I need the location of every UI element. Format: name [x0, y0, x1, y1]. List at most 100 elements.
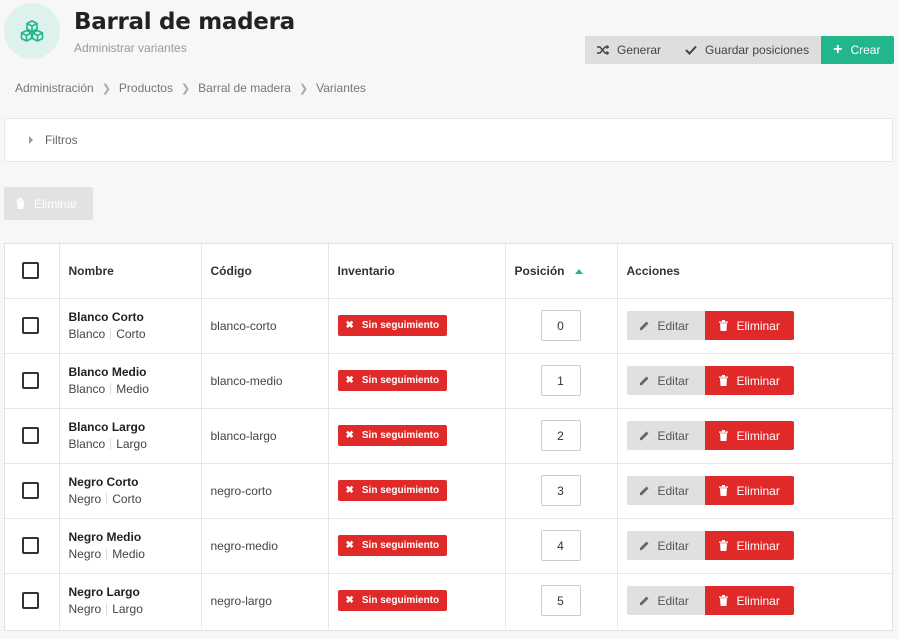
inventory-status-label: Sin seguimiento [361, 540, 440, 551]
plus-icon: + [833, 41, 843, 58]
row-actions: Editar Eliminar [626, 586, 895, 616]
save-positions-button-label: Guardar posiciones [705, 43, 810, 57]
variant-option-1: Blanco [68, 327, 106, 341]
column-header-posicion[interactable]: Posición [505, 244, 618, 299]
row-checkbox[interactable] [22, 427, 39, 444]
actions-cell: Editar Eliminar [617, 408, 894, 464]
position-input[interactable] [540, 310, 581, 341]
delete-button[interactable]: Eliminar [704, 476, 794, 505]
actions-cell: Editar Eliminar [617, 573, 894, 628]
row-checkbox[interactable] [22, 592, 39, 610]
variant-options: Blanco Corto [69, 327, 201, 341]
row-select-cell [5, 463, 60, 519]
variant-code: negro-medio [210, 539, 278, 553]
inventory-status-badge: ✖ Sin seguimiento [337, 535, 448, 556]
delete-button[interactable]: Eliminar [704, 421, 794, 450]
breadcrumb-item-product[interactable]: Barral de madera [198, 81, 291, 95]
edit-button-label: Editar [657, 318, 689, 333]
variant-code: negro-largo [210, 594, 272, 609]
variant-option-1: Negro [68, 602, 102, 617]
actions-cell: Editar Eliminar [617, 518, 894, 574]
row-actions: Editar Eliminar [626, 476, 895, 505]
position-input[interactable] [540, 585, 581, 617]
variant-option-1: Negro [68, 492, 102, 506]
trash-icon [718, 485, 728, 496]
trash-icon [718, 430, 728, 441]
variant-options: Blanco Largo [69, 437, 201, 451]
edit-button-label: Editar [657, 483, 689, 498]
create-button-label: Crear [850, 43, 881, 57]
bulk-delete-button[interactable]: Eliminar [4, 187, 93, 220]
position-input[interactable] [540, 475, 581, 506]
row-select-cell [5, 298, 60, 354]
divider [110, 438, 112, 450]
edit-button[interactable]: Editar [626, 311, 705, 340]
generate-button-label: Generar [617, 43, 662, 57]
row-actions: Editar Eliminar [626, 366, 895, 395]
delete-button-label: Eliminar [736, 593, 780, 608]
trash-icon [718, 595, 728, 607]
edit-button[interactable]: Editar [626, 586, 705, 616]
pencil-icon [639, 431, 648, 441]
row-checkbox[interactable] [22, 372, 39, 389]
divider [106, 603, 108, 616]
delete-button-label: Eliminar [736, 318, 780, 333]
inventory-cell: ✖ Sin seguimiento [328, 298, 506, 354]
table-row: Negro Corto Negro Corto negro-corto ✖ Si… [5, 463, 895, 519]
edit-button[interactable]: Editar [626, 476, 705, 505]
position-cell [505, 573, 618, 628]
breadcrumb: Administración ❯ Productos ❯ Barral de m… [15, 81, 366, 95]
delete-button[interactable]: Eliminar [704, 311, 794, 340]
code-cell: negro-corto [201, 463, 329, 519]
edit-button[interactable]: Editar [626, 421, 705, 450]
delete-button-label: Eliminar [736, 538, 780, 553]
position-input[interactable] [540, 365, 581, 396]
bulk-delete-label: Eliminar [34, 196, 78, 211]
row-checkbox[interactable] [22, 537, 39, 554]
breadcrumb-item-administracion[interactable]: Administración [15, 81, 94, 95]
create-button[interactable]: + Crear [821, 36, 895, 64]
delete-button-label: Eliminar [736, 483, 780, 498]
row-actions: Editar Eliminar [626, 311, 895, 340]
edit-button[interactable]: Editar [626, 531, 705, 560]
inventory-status-label: Sin seguimiento [361, 430, 440, 441]
row-select-cell [5, 573, 60, 628]
table-row: Blanco Largo Blanco Largo blanco-largo ✖… [5, 408, 894, 464]
edit-button[interactable]: Editar [626, 366, 705, 395]
header-actions: Generar Guardar posiciones + Crear [585, 36, 895, 64]
filters-panel-toggle[interactable]: Filtros [4, 118, 893, 162]
position-cell [505, 298, 618, 354]
inventory-status-badge: ✖ Sin seguimiento [337, 480, 448, 501]
chevron-right-icon: ❯ [180, 82, 191, 95]
delete-button-label: Eliminar [736, 428, 780, 443]
page-title: Barral de madera [74, 9, 295, 35]
inventory-cell: ✖ Sin seguimiento [328, 463, 506, 519]
breadcrumb-item-productos[interactable]: Productos [119, 81, 173, 95]
table-row: Negro Largo Negro Largo negro-largo ✖ Si… [5, 573, 894, 628]
generate-button[interactable]: Generar [585, 36, 674, 64]
table-row: Negro Medio Negro Medio negro-medio ✖ Si… [5, 518, 894, 574]
variant-name: Blanco Largo [68, 420, 146, 434]
row-checkbox[interactable] [22, 317, 39, 334]
chevron-right-icon: ❯ [101, 82, 111, 95]
variant-code: blanco-corto [210, 319, 277, 333]
inventory-status-badge: ✖ Sin seguimiento [337, 370, 448, 391]
delete-button[interactable]: Eliminar [704, 531, 794, 560]
variant-option-2: Corto [112, 492, 142, 506]
variant-option-1: Blanco [68, 437, 106, 451]
variant-options: Negro Corto [69, 492, 201, 506]
position-input[interactable] [540, 420, 581, 451]
times-icon: ✖ [345, 430, 354, 441]
position-cell [505, 353, 618, 409]
variants-table: Nombre Código Inventario Posición Accion… [4, 243, 895, 631]
select-all-checkbox[interactable] [22, 262, 39, 280]
inventory-cell: ✖ Sin seguimiento [328, 573, 506, 628]
caret-right-icon [29, 136, 33, 144]
save-positions-button[interactable]: Guardar posiciones [673, 36, 822, 64]
delete-button[interactable]: Eliminar [704, 586, 794, 616]
position-input[interactable] [540, 530, 581, 561]
variant-option-2: Medio [116, 382, 149, 396]
row-checkbox[interactable] [22, 482, 39, 499]
delete-button[interactable]: Eliminar [704, 366, 794, 395]
variant-code: blanco-largo [210, 429, 277, 443]
